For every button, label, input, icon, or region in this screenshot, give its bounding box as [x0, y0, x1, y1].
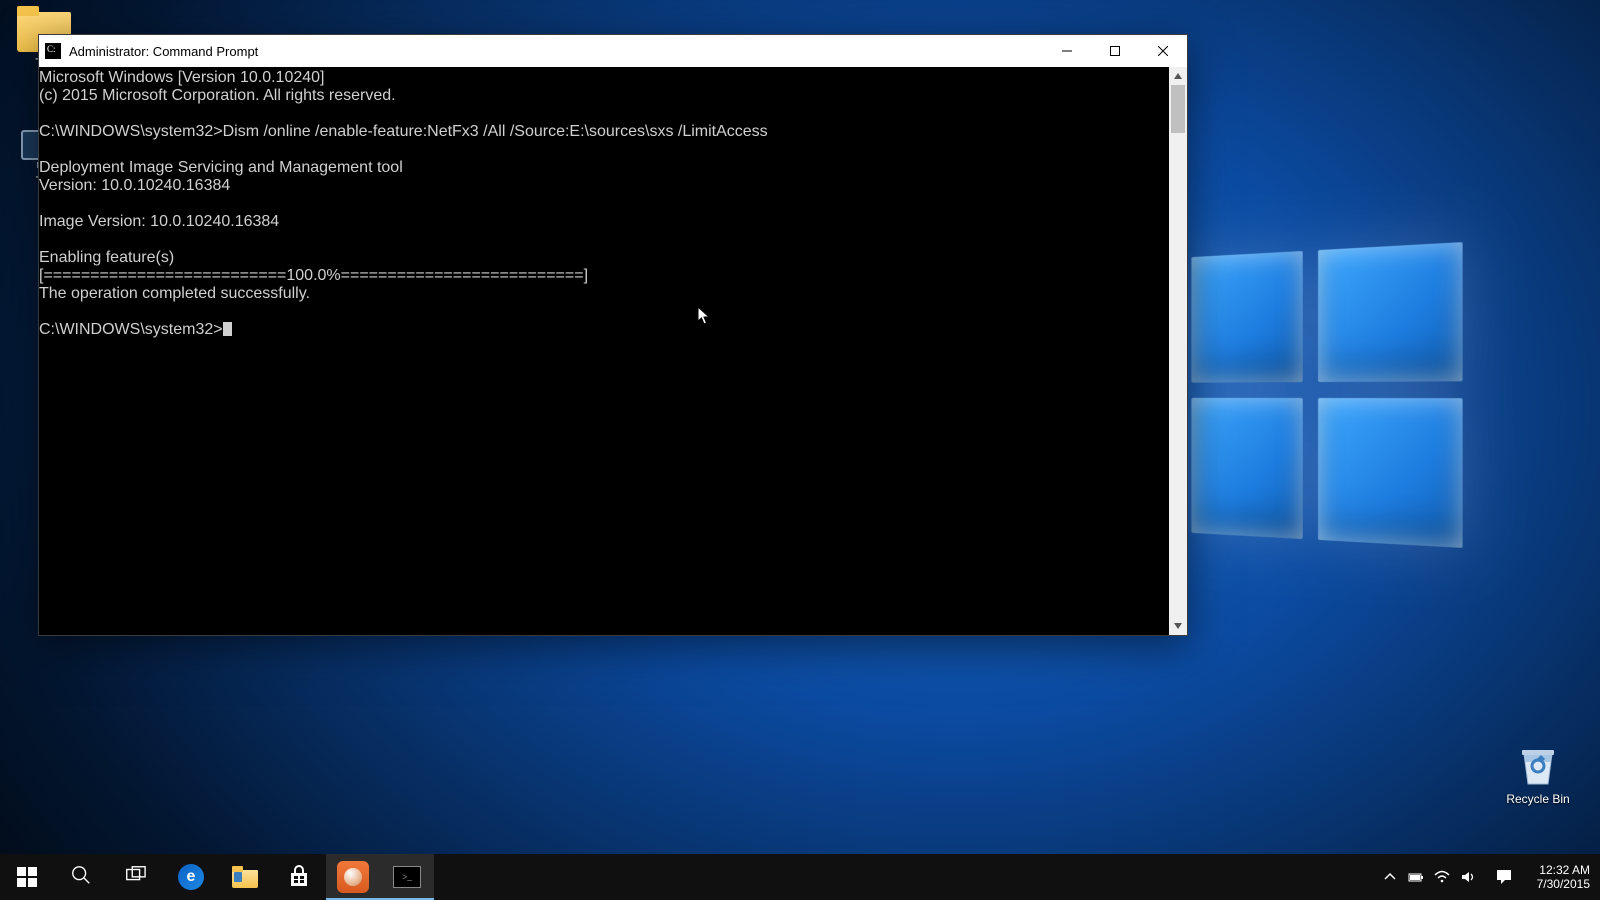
terminal-line [39, 195, 1169, 213]
taskbar-store-button[interactable] [272, 854, 326, 900]
taskbar-app-button[interactable] [326, 854, 380, 900]
terminal-line: Microsoft Windows [Version 10.0.10240] [39, 69, 1169, 87]
close-button[interactable] [1139, 35, 1187, 67]
terminal-line: [==========================100.0%=======… [39, 267, 1169, 285]
terminal-line: Version: 10.0.10240.16384 [39, 177, 1169, 195]
cmd-icon [393, 866, 421, 888]
terminal-line: Deployment Image Servicing and Managemen… [39, 159, 1169, 177]
desktop-recycle-bin-icon[interactable]: Recycle Bin [1500, 740, 1576, 806]
terminal-line [39, 231, 1169, 249]
terminal-cursor [223, 322, 232, 336]
chevron-up-icon [1382, 869, 1398, 885]
desktop-icon-label: Recycle Bin [1500, 792, 1576, 806]
terminal-line: (c) 2015 Microsoft Corporation. All righ… [39, 87, 1169, 105]
battery-icon [1408, 869, 1424, 885]
tray-wifi-button[interactable] [1429, 854, 1455, 900]
taskbar-clock[interactable]: 12:32 AM 7/30/2015 [1527, 863, 1600, 891]
wifi-icon [1434, 869, 1450, 885]
task-view-button[interactable] [108, 854, 162, 900]
taskbar: e [0, 854, 1600, 900]
tray-battery-button[interactable] [1403, 854, 1429, 900]
terminal-line: The operation completed successfully. [39, 285, 1169, 303]
file-explorer-icon [232, 866, 258, 888]
search-icon [70, 864, 92, 891]
taskbar-edge-button[interactable]: e [164, 854, 218, 900]
terminal-line: Enabling feature(s) [39, 249, 1169, 267]
cmd-app-icon: C: [45, 43, 61, 59]
task-view-icon [124, 864, 146, 891]
terminal-line [39, 105, 1169, 123]
minimize-button[interactable] [1043, 35, 1091, 67]
window-title: Administrator: Command Prompt [69, 44, 258, 59]
maximize-button[interactable] [1091, 35, 1139, 67]
desktop[interactable]: Tre Thi Recycle Bin C: Administrator: Co… [0, 0, 1600, 900]
terminal-line: C:\WINDOWS\system32>Dism /online /enable… [39, 123, 1169, 141]
scroll-track[interactable] [1169, 85, 1187, 617]
terminal-line: Image Version: 10.0.10240.16384 [39, 213, 1169, 231]
action-center-button[interactable] [1481, 868, 1527, 886]
scroll-up-button[interactable] [1169, 67, 1187, 85]
start-button[interactable] [0, 854, 54, 900]
store-icon [287, 865, 311, 889]
windows-wallpaper-logo [1191, 242, 1462, 548]
command-prompt-window: C: Administrator: Command Prompt Microso… [38, 34, 1188, 636]
tray-overflow-button[interactable] [1377, 854, 1403, 900]
terminal-output[interactable]: Microsoft Windows [Version 10.0.10240](c… [39, 67, 1169, 635]
scrollbar[interactable] [1169, 67, 1187, 635]
terminal-line: C:\WINDOWS\system32> [39, 321, 1169, 339]
terminal-line [39, 141, 1169, 159]
windows-logo-icon [17, 867, 37, 887]
titlebar[interactable]: C: Administrator: Command Prompt [39, 35, 1187, 67]
edge-icon: e [178, 864, 204, 890]
terminal-line [39, 303, 1169, 321]
taskbar-cmd-button[interactable] [380, 854, 434, 900]
notification-icon [1495, 868, 1513, 886]
volume-icon [1460, 869, 1476, 885]
taskbar-explorer-button[interactable] [218, 854, 272, 900]
tray-volume-button[interactable] [1455, 854, 1481, 900]
scroll-down-button[interactable] [1169, 617, 1187, 635]
search-button[interactable] [54, 854, 108, 900]
app-icon [337, 861, 369, 893]
scroll-thumb[interactable] [1171, 85, 1185, 133]
clock-time: 12:32 AM [1537, 863, 1590, 877]
clock-date: 7/30/2015 [1537, 877, 1590, 891]
